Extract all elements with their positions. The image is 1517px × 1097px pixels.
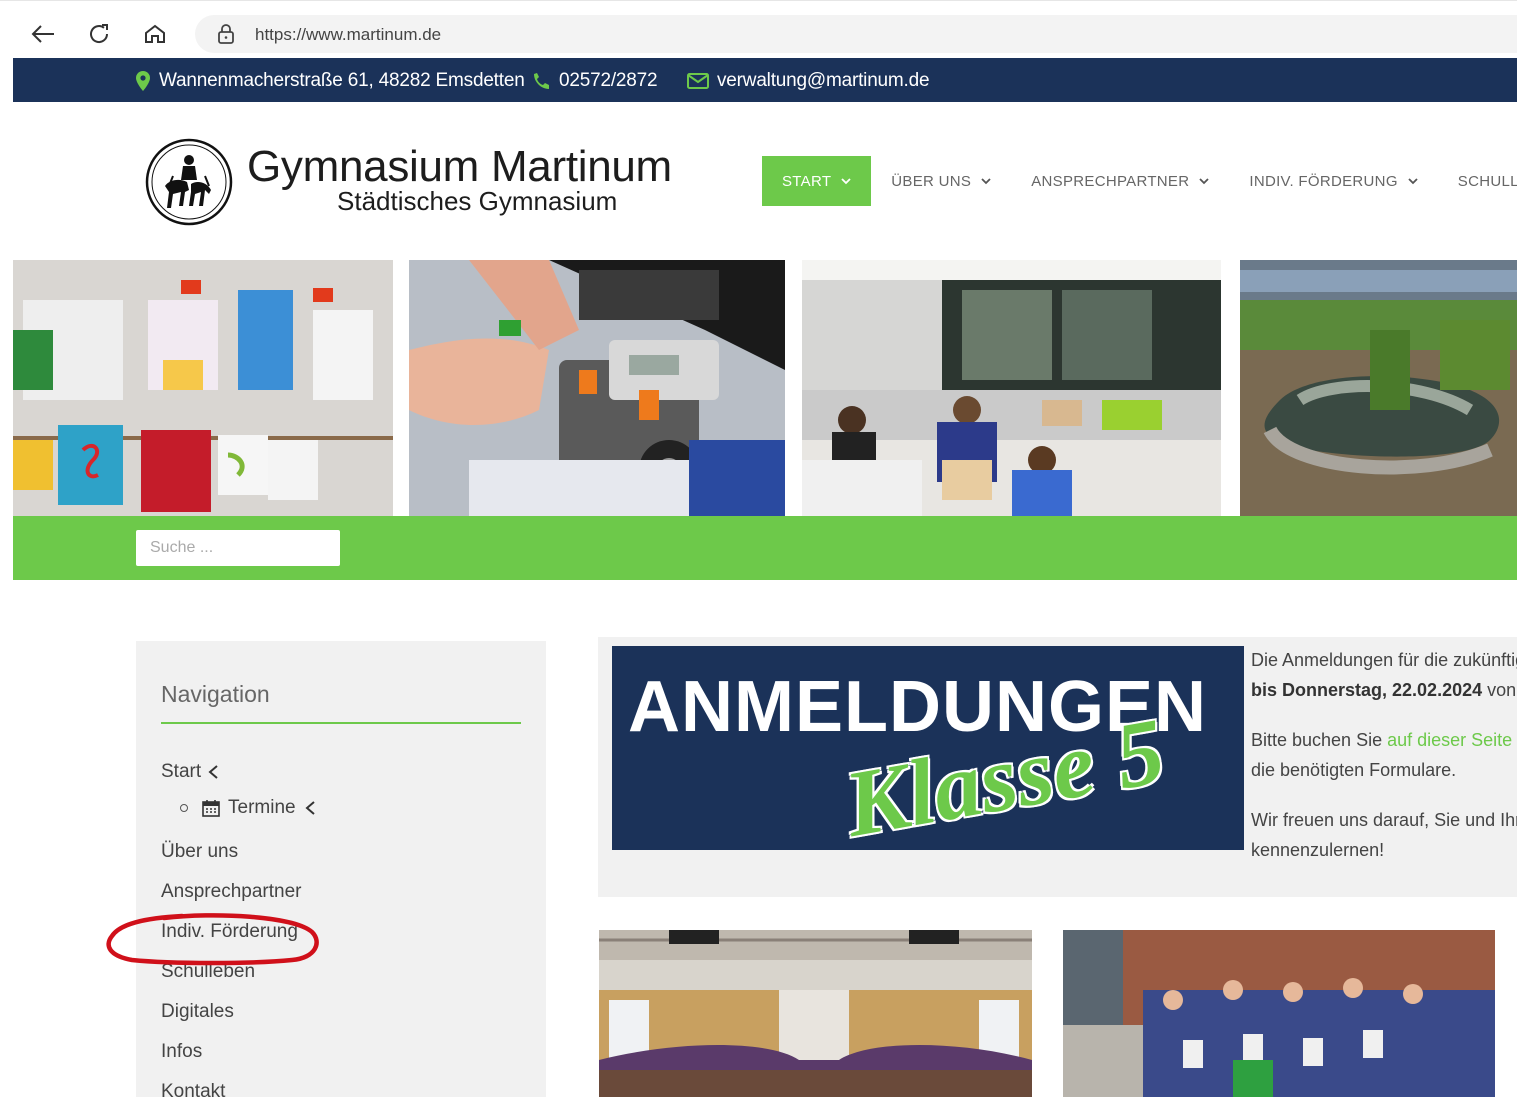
anmeldungen-banner[interactable]: ANMELDUNGEN Klasse 5 xyxy=(612,646,1244,850)
news-photo-assembly-hall[interactable] xyxy=(599,930,1032,1097)
email-text[interactable]: verwaltung@martinum.de xyxy=(717,70,930,92)
back-icon[interactable] xyxy=(28,19,58,49)
search-band xyxy=(13,516,1517,580)
photo-classroom xyxy=(802,260,1221,516)
main-navigation: START ÜBER UNS ANSPRECHPARTNER INDIV. FÖ… xyxy=(762,156,1517,206)
article-text-line: Wir freuen uns darauf, Sie und Ihre xyxy=(1251,810,1517,830)
reload-icon[interactable] xyxy=(84,19,114,49)
sidebar-item-start[interactable]: Start xyxy=(161,761,219,783)
site-header: Gymnasium Martinum Städtisches Gymnasium… xyxy=(13,102,1517,260)
calendar-icon xyxy=(202,800,220,817)
article-text-line: die benötigten Formulare. xyxy=(1251,760,1457,780)
phone-info[interactable]: 02572/2872 xyxy=(531,70,658,92)
article-text-line: Die Anmeldungen für die zukünftig xyxy=(1251,650,1517,670)
article-link[interactable]: auf dieser Seite xyxy=(1387,730,1512,750)
chevron-down-icon xyxy=(981,178,991,185)
school-logo[interactable] xyxy=(145,138,233,226)
chevron-down-icon xyxy=(841,178,851,185)
sidebar-item-infos[interactable]: Infos xyxy=(161,1041,202,1063)
header-photo-strip xyxy=(13,260,1517,516)
phone-icon xyxy=(534,73,549,89)
nav-ueber-uns[interactable]: ÜBER UNS xyxy=(871,156,1011,206)
sidebar-item-indiv-foerderung[interactable]: Indiv. Förderung xyxy=(161,921,298,943)
url-text: https://www.martinum.de xyxy=(255,25,442,44)
address-info: Wannenmacherstraße 61, 48282 Emsdetten xyxy=(135,70,525,92)
chevron-left-icon xyxy=(208,765,218,779)
photo-artwork-wall xyxy=(13,260,393,516)
lock-icon xyxy=(217,24,235,49)
article-text-line: kennenzulernen! xyxy=(1251,840,1385,860)
search-input[interactable] xyxy=(136,530,340,566)
chevron-down-icon xyxy=(1408,178,1418,185)
site-subtitle: Städtisches Gymnasium xyxy=(337,186,618,216)
chevron-down-icon xyxy=(1199,178,1209,185)
sidebar-item-ansprechpartner[interactable]: Ansprechpartner xyxy=(161,881,301,903)
contact-bar: Wannenmacherstraße 61, 48282 Emsdetten 0… xyxy=(13,58,1517,102)
chevron-left-icon xyxy=(305,801,315,815)
list-bullet xyxy=(180,804,188,812)
email-info[interactable]: verwaltung@martinum.de xyxy=(687,70,930,92)
sidebar-item-digitales[interactable]: Digitales xyxy=(161,1001,234,1023)
sidebar-item-termine[interactable]: Termine xyxy=(180,797,316,819)
address-bar[interactable]: https://www.martinum.de xyxy=(195,15,1517,53)
photo-robotics-lego xyxy=(409,260,785,516)
article-text-line: Bitte buchen Sie auf dieser Seite e xyxy=(1251,730,1513,750)
sidebar-title: Navigation xyxy=(161,681,270,707)
article-deadline: bis Donnerstag, 22.02.2024 xyxy=(1251,680,1483,700)
sidebar-item-ueber-uns[interactable]: Über uns xyxy=(161,841,238,863)
news-photo-award-group[interactable] xyxy=(1063,930,1495,1097)
photo-school-pond xyxy=(1240,260,1517,516)
nav-start[interactable]: START xyxy=(762,156,872,206)
site-title[interactable]: Gymnasium Martinum xyxy=(247,142,672,192)
browser-toolbar: https://www.martinum.de xyxy=(0,0,1517,58)
envelope-icon xyxy=(687,73,709,89)
sidebar-title-underline xyxy=(161,722,521,724)
nav-schulleben[interactable]: SCHULLEB xyxy=(1438,156,1517,206)
address-text: Wannenmacherstraße 61, 48282 Emsdetten xyxy=(159,70,525,91)
nav-ansprechpartner[interactable]: ANSPRECHPARTNER xyxy=(1011,156,1229,206)
map-pin-icon xyxy=(136,71,150,91)
nav-indiv-foerderung[interactable]: INDIV. FÖRDERUNG xyxy=(1229,156,1437,206)
phone-text[interactable]: 02572/2872 xyxy=(559,70,658,92)
sidebar-item-schulleben[interactable]: Schulleben xyxy=(161,961,255,983)
home-icon[interactable] xyxy=(140,19,170,49)
article-text-line: bis Donnerstag, 22.02.2024 von 1 xyxy=(1251,680,1517,700)
sidebar-navigation: Navigation Start Termine Über uns Anspre… xyxy=(136,641,546,1097)
sidebar-item-kontakt[interactable]: Kontakt xyxy=(161,1081,225,1097)
